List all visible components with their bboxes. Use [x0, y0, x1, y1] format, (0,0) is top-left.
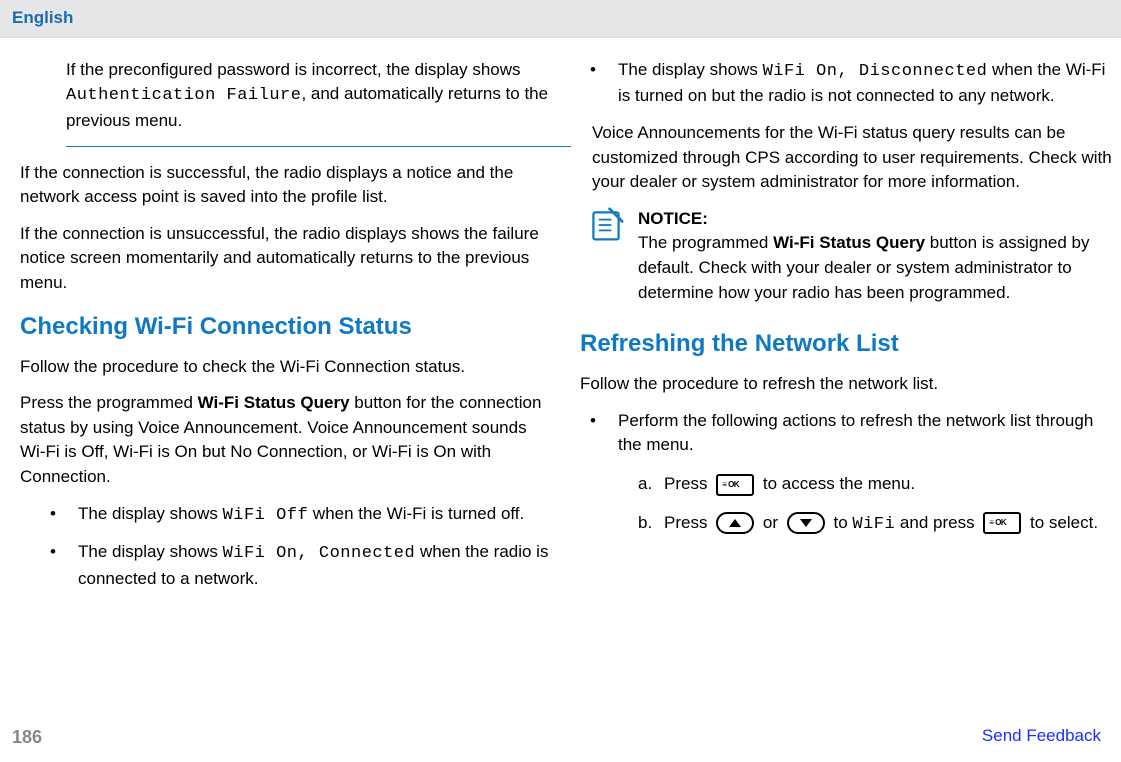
steps-list: a. Press to access the menu. b. Press or… — [618, 472, 1120, 537]
left-column: If the preconfigured password is incorre… — [10, 58, 550, 604]
code-wifi-connected: WiFi On, Connected — [223, 544, 416, 563]
language-header: English — [0, 0, 1121, 38]
para-voice-announce: Voice Announcements for the Wi-Fi status… — [580, 121, 1120, 195]
refresh-list: Perform the following actions to refresh… — [580, 409, 1120, 538]
down-button-icon — [787, 512, 825, 534]
send-feedback-link[interactable]: Send Feedback — [982, 724, 1101, 750]
list-item: The display shows WiFi Off when the Wi-F… — [50, 502, 550, 529]
page-content: If the preconfigured password is incorre… — [0, 38, 1121, 604]
para-follow-check: Follow the procedure to check the Wi-Fi … — [20, 355, 550, 380]
status-list-cont: The display shows WiFi On, Disconnected … — [580, 58, 1120, 109]
page-number: 186 — [12, 724, 42, 750]
code-auth-failure: Authentication Failure — [66, 86, 301, 105]
para-unsuccess: If the connection is unsuccessful, the r… — [20, 222, 550, 296]
up-button-icon — [716, 512, 754, 534]
language-label: English — [12, 8, 73, 27]
list-item: The display shows WiFi On, Connected whe… — [50, 540, 550, 591]
list-item: The display shows WiFi On, Disconnected … — [590, 58, 1120, 109]
code-wifi-off: WiFi Off — [223, 506, 309, 525]
code-wifi-disconnected: WiFi On, Disconnected — [763, 62, 988, 81]
code-wifi: WiFi — [852, 515, 895, 534]
page-footer: 186 Send Feedback — [0, 724, 1121, 750]
notice-icon — [588, 207, 624, 306]
notice-block: NOTICE: The programmed Wi-Fi Status Quer… — [580, 207, 1120, 306]
para-follow-refresh: Follow the procedure to refresh the netw… — [580, 372, 1120, 397]
note-auth-failure: If the preconfigured password is incorre… — [20, 58, 550, 134]
para-press-query: Press the programmed Wi-Fi Status Query … — [20, 391, 550, 490]
heading-checking-status: Checking Wi-Fi Connection Status — [20, 310, 550, 345]
list-item: Perform the following actions to refresh… — [590, 409, 1120, 538]
notice-text: NOTICE: The programmed Wi-Fi Status Quer… — [638, 207, 1120, 306]
heading-refresh-list: Refreshing the Network List — [580, 327, 1120, 362]
right-column: The display shows WiFi On, Disconnected … — [580, 58, 1120, 604]
status-list: The display shows WiFi Off when the Wi-F… — [20, 502, 550, 592]
section-divider — [66, 146, 571, 147]
step-a: a. Press to access the menu. — [638, 472, 1120, 497]
ok-button-icon — [983, 512, 1021, 534]
bold-wifi-status-query: Wi-Fi Status Query — [198, 393, 350, 412]
notice-label: NOTICE: — [638, 209, 708, 228]
ok-button-icon — [716, 474, 754, 496]
step-b: b. Press or to WiFi and press to select. — [638, 511, 1120, 538]
para-success: If the connection is successful, the rad… — [20, 161, 550, 210]
